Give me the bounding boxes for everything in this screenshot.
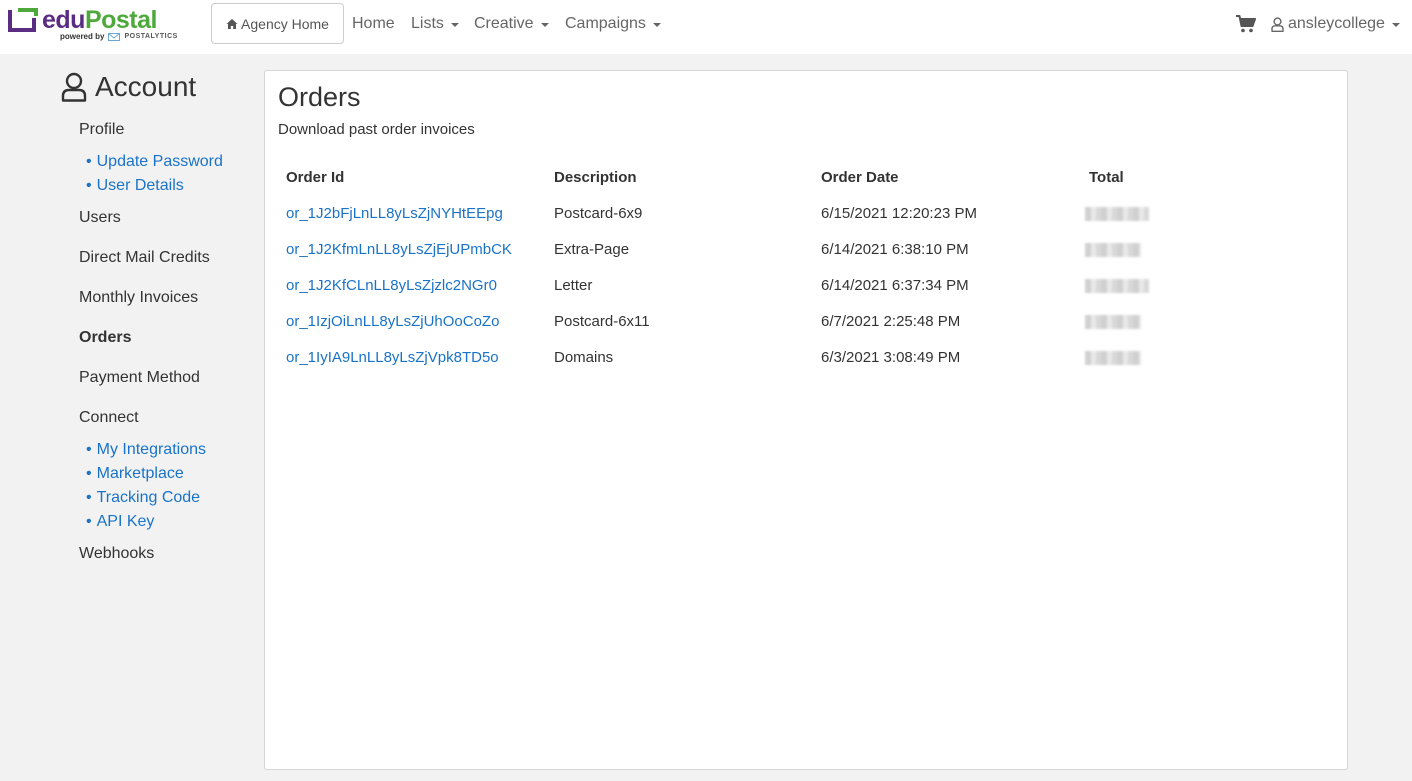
order-total — [1081, 267, 1338, 303]
order-id-link[interactable]: or_1J2KfmLnLL8yLsZjEjUPmbCK — [278, 231, 546, 267]
sidebar-item-direct-mail-credits[interactable]: Direct Mail Credits — [79, 249, 210, 267]
sidebar-item-connect[interactable]: Connect — [79, 409, 139, 427]
order-total — [1081, 195, 1338, 231]
order-date: 6/14/2021 6:37:34 PM — [821, 276, 969, 294]
edupostal-logo-mark — [8, 8, 38, 32]
user-icon — [1271, 16, 1284, 32]
bullet: • — [86, 465, 92, 482]
sidebar-subitem-label: Tracking Code — [96, 489, 201, 506]
order-date: 6/3/2021 3:08:49 PM — [821, 348, 961, 366]
order-id-link[interactable]: or_1J2KfCLnLL8yLsZjzlc2NGr0 — [278, 267, 546, 303]
redacted-total — [1085, 242, 1141, 257]
powered-by-label: powered by — [60, 32, 105, 41]
sidebar-subitem-my-integrations[interactable]: • My Integrations — [86, 441, 206, 459]
nav-lists-dropdown[interactable]: Lists — [411, 15, 459, 33]
order-id-link[interactable]: or_1IyIA9LnLL8yLsZjVpk8TD5o — [278, 339, 546, 375]
account-sidebar: Account Profile • Update Password • User D… — [0, 54, 264, 781]
caret-down-icon — [540, 23, 549, 27]
user-icon — [61, 72, 87, 102]
caret-down-icon — [652, 23, 661, 27]
sidebar-subitem-label: API Key — [96, 513, 155, 530]
column-header-order-id: Order Id — [286, 168, 345, 186]
envelope-icon — [108, 32, 121, 41]
order-description: Postcard-6x11 — [554, 312, 650, 330]
page-subtitle: Download past order invoices — [278, 121, 475, 138]
order-description: Letter — [554, 276, 593, 294]
agency-home-label: Agency Home — [241, 15, 329, 32]
nav-home[interactable]: Home — [352, 15, 395, 33]
sidebar-subitem-marketplace[interactable]: • Marketplace — [86, 465, 184, 483]
redacted-total — [1085, 206, 1149, 221]
powered-by: powered by POSTALYTICS — [60, 32, 178, 41]
sidebar-subitem-tracking-code[interactable]: • Tracking Code — [86, 489, 200, 507]
bullet: • — [86, 513, 92, 530]
postalytics-label: POSTALYTICS — [124, 33, 178, 40]
brand-name: eduPostal — [42, 6, 157, 35]
sidebar-subitem-user-details[interactable]: • User Details — [86, 177, 184, 195]
sidebar-item-payment-method[interactable]: Payment Method — [79, 369, 200, 387]
account-title: Account — [95, 71, 197, 102]
page-title: Orders — [278, 82, 361, 112]
bullet: • — [86, 153, 92, 170]
username-label: ansleycollege — [1288, 15, 1385, 32]
redacted-total — [1085, 314, 1141, 329]
nav-campaigns-label: Campaigns — [565, 15, 646, 32]
nav-campaigns-dropdown[interactable]: Campaigns — [565, 15, 661, 33]
sidebar-item-webhooks[interactable]: Webhooks — [79, 545, 154, 563]
bullet: • — [86, 489, 92, 506]
sidebar-subitem-label: My Integrations — [96, 441, 206, 458]
table-row: or_1J2KfCLnLL8yLsZjzlc2NGr0 Letter 6/14/… — [278, 267, 1338, 303]
nav-lists-label: Lists — [411, 15, 444, 32]
order-total — [1081, 339, 1338, 375]
caret-down-icon — [1391, 23, 1400, 27]
order-id-link[interactable]: or_1IzjOiLnLL8yLsZjUhOoCoZo — [278, 303, 546, 339]
sidebar-subitem-api-key[interactable]: • API Key — [86, 513, 154, 531]
order-id-link[interactable]: or_1J2bFjLnLL8yLsZjNYHtEEpg — [278, 195, 546, 231]
sidebar-item-users[interactable]: Users — [79, 209, 121, 227]
cart-icon[interactable] — [1236, 15, 1256, 33]
brand-name-edu: edu — [42, 6, 85, 34]
orders-table: Order Id Description Order Date Total or… — [278, 159, 1338, 375]
edupostal-logo[interactable]: eduPostal powered by POSTALYTICS — [8, 6, 188, 46]
agency-home-button[interactable]: Agency Home — [211, 3, 344, 44]
order-description: Postcard-6x9 — [554, 204, 643, 222]
sidebar-subitem-label: Update Password — [96, 153, 223, 170]
sidebar-subitem-label: User Details — [96, 177, 184, 194]
order-date: 6/14/2021 6:38:10 PM — [821, 240, 969, 258]
account-heading: Account — [61, 71, 196, 103]
order-date: 6/15/2021 12:20:23 PM — [821, 204, 977, 222]
table-row: or_1IzjOiLnLL8yLsZjUhOoCoZo Postcard-6x1… — [278, 303, 1338, 339]
caret-down-icon — [450, 23, 459, 27]
table-row: or_1IyIA9LnLL8yLsZjVpk8TD5o Domains 6/3/… — [278, 339, 1338, 375]
nav-home-label: Home — [352, 15, 395, 32]
order-description: Domains — [554, 348, 614, 366]
sidebar-item-orders[interactable]: Orders — [79, 329, 131, 347]
column-header-description: Description — [554, 168, 637, 186]
bullet: • — [86, 177, 92, 194]
sidebar-item-monthly-invoices[interactable]: Monthly Invoices — [79, 289, 198, 307]
bullet: • — [86, 441, 92, 458]
sidebar-subitem-label: Marketplace — [96, 465, 184, 482]
nav-creative-label: Creative — [474, 15, 534, 32]
column-header-total: Total — [1089, 168, 1124, 186]
column-header-order-date: Order Date — [821, 168, 899, 186]
redacted-total — [1085, 350, 1141, 365]
table-header-row: Order Id Description Order Date Total — [278, 159, 1338, 195]
order-date: 6/7/2021 2:25:48 PM — [821, 312, 961, 330]
order-total — [1081, 231, 1338, 267]
sidebar-item-profile[interactable]: Profile — [79, 121, 124, 139]
table-row: or_1J2KfmLnLL8yLsZjEjUPmbCK Extra-Page 6… — [278, 231, 1338, 267]
orders-panel: Orders Download past order invoices Orde… — [264, 70, 1348, 770]
redacted-total — [1085, 278, 1149, 293]
home-icon — [226, 18, 238, 29]
order-total — [1081, 303, 1338, 339]
order-description: Extra-Page — [554, 240, 630, 258]
table-row: or_1J2bFjLnLL8yLsZjNYHtEEpg Postcard-6x9… — [278, 195, 1338, 231]
user-menu-dropdown[interactable]: ansleycollege — [1271, 15, 1400, 33]
brand-name-postal: Postal — [84, 6, 158, 34]
sidebar-subitem-update-password[interactable]: • Update Password — [86, 153, 223, 171]
top-navbar: eduPostal powered by POSTALYTICS Agency … — [0, 0, 1412, 54]
nav-creative-dropdown[interactable]: Creative — [474, 15, 549, 33]
